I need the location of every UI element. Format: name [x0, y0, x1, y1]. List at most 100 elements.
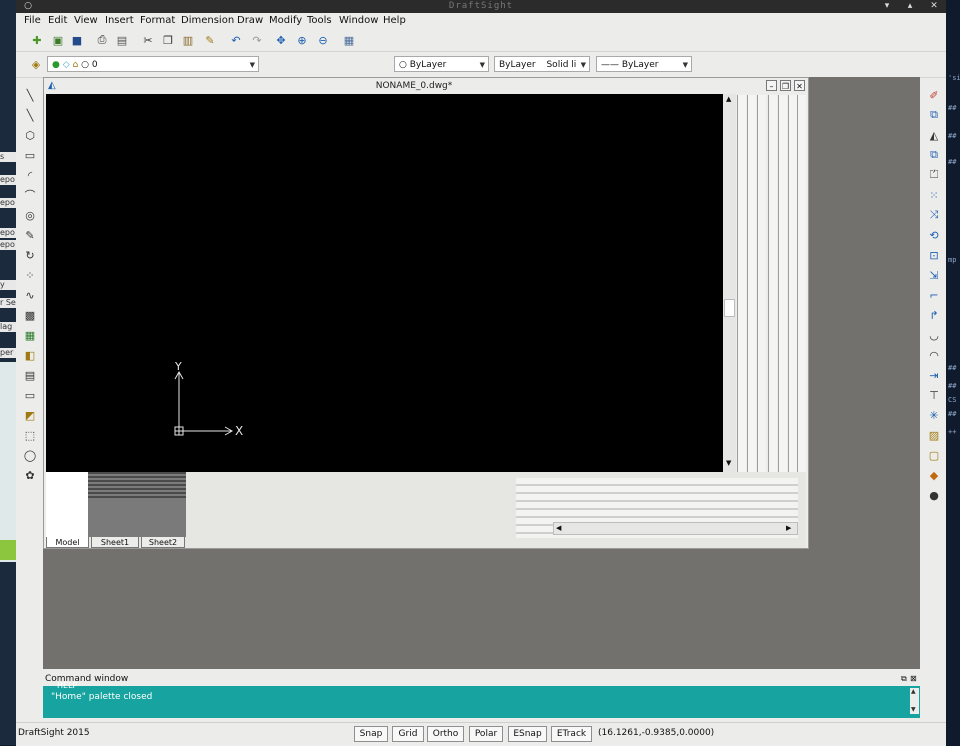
open-file-icon[interactable]: ▣: [50, 32, 66, 48]
freehand-icon[interactable]: ∿: [21, 286, 39, 304]
zoom-window-icon[interactable]: ⊕: [294, 32, 310, 48]
offset-icon[interactable]: ⧉: [925, 146, 943, 164]
save-icon[interactable]: ■: [69, 32, 85, 48]
pattern-icon[interactable]: ⏍: [925, 166, 943, 184]
menu-view[interactable]: View: [74, 14, 98, 27]
break-icon[interactable]: ⊤: [925, 386, 943, 404]
join-icon[interactable]: ⇥: [925, 366, 943, 384]
polyline-icon[interactable]: ⌒: [21, 186, 39, 204]
grid-button[interactable]: Grid: [392, 726, 424, 742]
menu-dimension[interactable]: Dimension: [181, 14, 234, 27]
layer-manager-icon[interactable]: ◈: [28, 56, 44, 72]
doc-minimize-icon[interactable]: –: [766, 80, 777, 91]
shade-icon[interactable]: ▾: [877, 0, 897, 13]
menu-tools[interactable]: Tools: [307, 14, 332, 27]
scale-icon[interactable]: ⊡: [925, 246, 943, 264]
command-history[interactable]: HELP "Home" palette closed ▲ ▼: [43, 682, 920, 718]
scroll-thumb[interactable]: [724, 299, 735, 317]
line-icon[interactable]: ╲: [21, 86, 39, 104]
fillet-icon[interactable]: ◡: [925, 326, 943, 344]
region-icon[interactable]: ◩: [21, 406, 39, 424]
menu-help[interactable]: Help: [383, 14, 406, 27]
scroll-down-icon[interactable]: ▼: [911, 706, 916, 713]
copy-entity-icon[interactable]: ⧉: [925, 106, 943, 124]
note-icon[interactable]: ▭: [21, 386, 39, 404]
scroll-right-icon[interactable]: ▶: [786, 524, 791, 532]
horizontal-scrollbar[interactable]: ◀ ▶: [553, 522, 798, 535]
scroll-up-icon[interactable]: ▲: [726, 95, 731, 103]
drawing-canvas[interactable]: Y X: [46, 94, 723, 472]
paste-icon[interactable]: ▥: [180, 32, 196, 48]
title-bar[interactable]: ○ DraftSight ▾ ▴ ✕: [16, 0, 946, 13]
edit-block-icon[interactable]: ▢: [925, 446, 943, 464]
stretch-icon[interactable]: ⇲: [925, 266, 943, 284]
arc-icon[interactable]: ◜: [21, 166, 39, 184]
ellipse-icon[interactable]: ◯: [21, 446, 39, 464]
rectangle-icon[interactable]: ▭: [21, 146, 39, 164]
scroll-left-icon[interactable]: ◀: [556, 524, 561, 532]
vertical-scrollbar[interactable]: ▲ ▼: [723, 94, 736, 472]
color-combo[interactable]: ○ ByLayer ▼: [394, 56, 489, 72]
move-icon[interactable]: ⤨: [925, 206, 943, 224]
tab-sheet1[interactable]: Sheet1: [91, 537, 139, 548]
ortho-button[interactable]: Ortho: [427, 726, 464, 742]
ellipse-arc-icon[interactable]: ↻: [21, 246, 39, 264]
explode-icon[interactable]: ✳: [925, 406, 943, 424]
menu-insert[interactable]: Insert: [105, 14, 134, 27]
menu-window[interactable]: Window: [339, 14, 378, 27]
insert-block-icon[interactable]: ▦: [21, 326, 39, 344]
infinite-line-icon[interactable]: ╲: [21, 106, 39, 124]
array-icon[interactable]: ⁙: [925, 186, 943, 204]
polygon-icon[interactable]: ⬡: [21, 126, 39, 144]
cloud-icon[interactable]: ✿: [21, 466, 39, 484]
pan-icon[interactable]: ✥: [273, 32, 289, 48]
redo-icon[interactable]: ↷: [249, 32, 265, 48]
etrack-button[interactable]: ETrack: [551, 726, 592, 742]
hatch-icon[interactable]: ▩: [21, 306, 39, 324]
revision-cloud-icon[interactable]: ⬚: [21, 426, 39, 444]
zoom-previous-icon[interactable]: ⊖: [315, 32, 331, 48]
lineweight-combo[interactable]: —— ByLayer ▼: [596, 56, 692, 72]
scroll-down-icon[interactable]: ▼: [726, 459, 731, 467]
snap-button[interactable]: Snap: [354, 726, 388, 742]
print-preview-icon[interactable]: ▤: [114, 32, 130, 48]
doc-close-icon[interactable]: ✕: [794, 80, 805, 91]
close-icon[interactable]: ✕: [924, 0, 944, 13]
new-file-icon[interactable]: ✚: [29, 32, 45, 48]
mirror-icon[interactable]: ◭: [925, 126, 943, 144]
properties-icon[interactable]: ◆: [925, 466, 943, 484]
menu-edit[interactable]: Edit: [48, 14, 67, 27]
undo-icon[interactable]: ↶: [228, 32, 244, 48]
menu-modify[interactable]: Modify: [269, 14, 302, 27]
edit-hatch-icon[interactable]: ▨: [925, 426, 943, 444]
point-icon[interactable]: ⁘: [21, 266, 39, 284]
doc-restore-icon[interactable]: ❐: [780, 80, 791, 91]
linestyle-combo[interactable]: ByLayer Solid li ▼: [494, 56, 590, 72]
table-icon[interactable]: ▤: [21, 366, 39, 384]
menu-format[interactable]: Format: [140, 14, 175, 27]
document-title-bar[interactable]: ◭ NONAME_0.dwg* – ❐ ✕: [44, 78, 808, 94]
delete-icon[interactable]: ✐: [925, 86, 943, 104]
float-icon[interactable]: ⧉: [901, 672, 907, 686]
extend-icon[interactable]: ↱: [925, 306, 943, 324]
chamfer-icon[interactable]: ◠: [925, 346, 943, 364]
esnap-button[interactable]: ESnap: [508, 726, 547, 742]
tab-model[interactable]: Model: [46, 537, 89, 548]
make-block-icon[interactable]: ◧: [21, 346, 39, 364]
menu-file[interactable]: File: [24, 14, 41, 27]
menu-draw[interactable]: Draw: [237, 14, 263, 27]
spline-icon[interactable]: ✎: [21, 226, 39, 244]
rotate-icon[interactable]: ⟲: [925, 226, 943, 244]
scroll-up-icon[interactable]: ▲: [911, 688, 916, 695]
polar-button[interactable]: Polar: [469, 726, 503, 742]
layer-combo[interactable]: ● ◇ ⌂ ○ 0 ▼: [47, 56, 259, 72]
match-properties-icon[interactable]: ✎: [202, 32, 218, 48]
cut-icon[interactable]: ✂: [140, 32, 156, 48]
trim-icon[interactable]: ⌐: [925, 286, 943, 304]
command-scrollbar[interactable]: ▲ ▼: [910, 688, 919, 714]
circle-icon[interactable]: ◎: [21, 206, 39, 224]
print-icon[interactable]: ⎙: [94, 32, 110, 48]
measure-icon[interactable]: ●: [925, 486, 943, 504]
tab-sheet2[interactable]: Sheet2: [141, 537, 185, 548]
copy-icon[interactable]: ❐: [160, 32, 176, 48]
